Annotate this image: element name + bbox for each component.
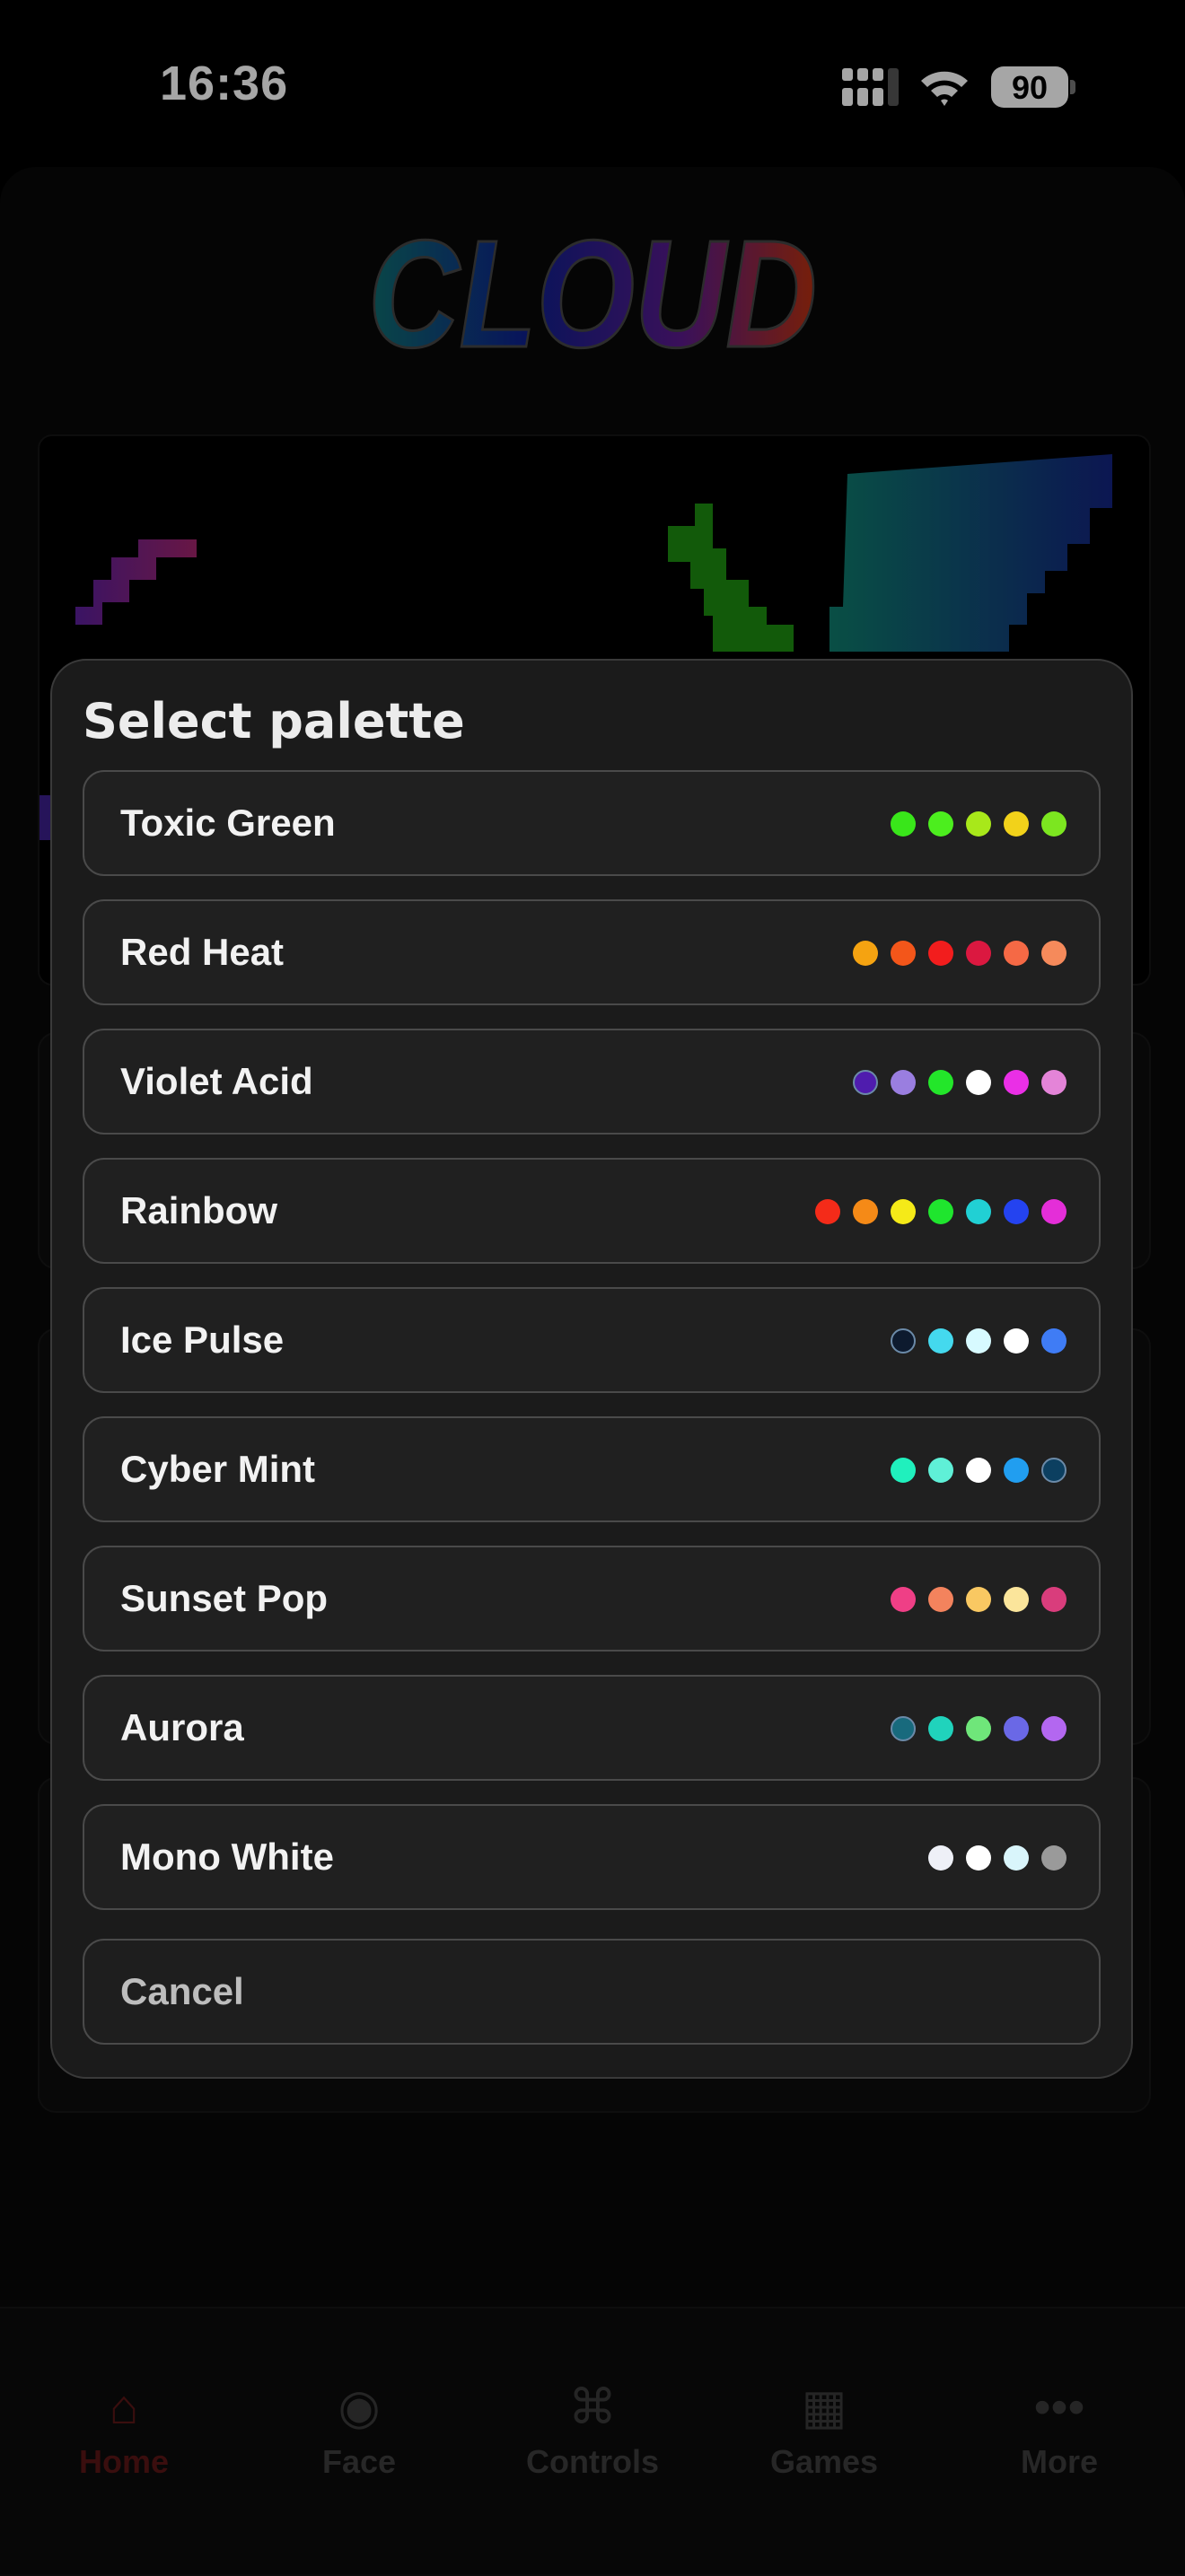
palette-name: Mono White [120, 1836, 334, 1878]
palette-swatches [928, 1845, 1066, 1871]
color-swatch [1041, 1070, 1066, 1095]
color-swatch [1004, 811, 1029, 837]
palette-name: Red Heat [120, 931, 285, 973]
color-swatch [1004, 1199, 1029, 1224]
color-swatch [1041, 1458, 1066, 1483]
palette-option[interactable]: Ice Pulse [83, 1287, 1101, 1393]
color-swatch [1041, 1716, 1066, 1741]
sheet-title: Select palette [83, 693, 465, 749]
color-swatch [928, 941, 953, 966]
color-swatch [1004, 1587, 1029, 1612]
palette-name: Aurora [120, 1706, 244, 1748]
palette-swatches [815, 1199, 1066, 1224]
color-swatch [891, 1458, 916, 1483]
palette-name: Cyber Mint [120, 1448, 316, 1490]
palette-option[interactable]: Violet Acid [83, 1029, 1101, 1135]
color-swatch [1004, 1070, 1029, 1095]
palette-swatches [891, 1328, 1066, 1354]
color-swatch [1041, 1587, 1066, 1612]
palette-name: Violet Acid [120, 1060, 313, 1102]
palette-option[interactable]: Rainbow [83, 1158, 1101, 1264]
color-swatch [891, 1587, 916, 1612]
palette-swatches [891, 1587, 1066, 1612]
color-swatch [966, 1587, 991, 1612]
palette-name: Ice Pulse [120, 1319, 285, 1361]
color-swatch [928, 811, 953, 837]
color-swatch [928, 1458, 953, 1483]
color-swatch [966, 1845, 991, 1871]
color-swatch [853, 1070, 878, 1095]
color-swatch [853, 1199, 878, 1224]
cancel-label: Cancel [120, 1970, 244, 2012]
color-swatch [966, 1199, 991, 1224]
cancel-button[interactable]: Cancel [83, 1939, 1101, 2045]
color-swatch [891, 1328, 916, 1354]
color-swatch [815, 1199, 840, 1224]
color-swatch [1004, 941, 1029, 966]
palette-swatches [853, 1070, 1066, 1095]
palette-option[interactable]: Aurora [83, 1675, 1101, 1781]
palette-option[interactable]: Red Heat [83, 899, 1101, 1005]
color-swatch [891, 1199, 916, 1224]
color-swatch [966, 1328, 991, 1354]
color-swatch [891, 941, 916, 966]
color-swatch [1004, 1328, 1029, 1354]
color-swatch [928, 1845, 953, 1871]
palette-option[interactable]: Toxic Green [83, 770, 1101, 876]
palette-swatches [891, 1458, 1066, 1483]
color-swatch [1004, 1716, 1029, 1741]
color-swatch [1041, 811, 1066, 837]
color-swatch [891, 1070, 916, 1095]
color-swatch [928, 1199, 953, 1224]
palette-swatches [891, 1716, 1066, 1741]
palette-swatches [891, 811, 1066, 837]
palette-name: Rainbow [120, 1189, 277, 1231]
color-swatch [966, 941, 991, 966]
color-swatch [928, 1587, 953, 1612]
color-swatch [966, 1458, 991, 1483]
palette-swatches [853, 941, 1066, 966]
color-swatch [966, 1070, 991, 1095]
palette-option[interactable]: Mono White [83, 1804, 1101, 1910]
color-swatch [891, 1716, 916, 1741]
color-swatch [1041, 1845, 1066, 1871]
palette-list: Toxic Green Red Heat Violet Acid Rainbow Ice… [83, 770, 1101, 1933]
palette-name: Toxic Green [120, 802, 336, 844]
color-swatch [1041, 1328, 1066, 1354]
palette-option[interactable]: Sunset Pop [83, 1546, 1101, 1652]
color-swatch [928, 1716, 953, 1741]
color-swatch [1004, 1845, 1029, 1871]
palette-name: Sunset Pop [120, 1577, 329, 1619]
color-swatch [1041, 941, 1066, 966]
color-swatch [853, 941, 878, 966]
color-swatch [1004, 1458, 1029, 1483]
palette-option[interactable]: Cyber Mint [83, 1416, 1101, 1522]
color-swatch [891, 811, 916, 837]
color-swatch [966, 811, 991, 837]
color-swatch [928, 1328, 953, 1354]
color-swatch [928, 1070, 953, 1095]
color-swatch [966, 1716, 991, 1741]
color-swatch [1041, 1199, 1066, 1224]
